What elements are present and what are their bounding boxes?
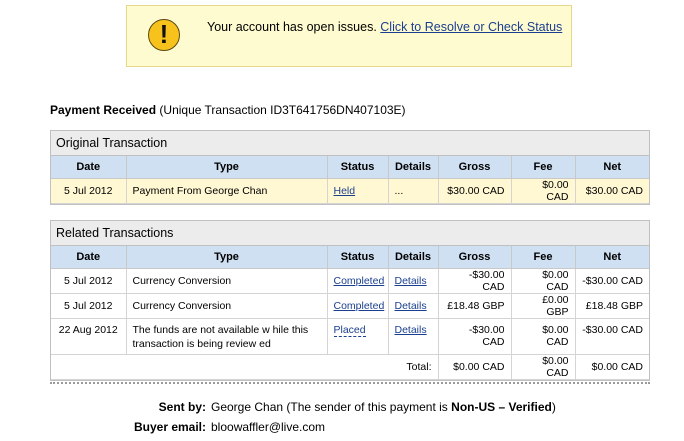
- resolve-issues-link[interactable]: Click to Resolve or Check Status: [380, 20, 562, 34]
- row-fee: $0.00 CAD: [511, 318, 576, 355]
- details-link[interactable]: Details: [395, 324, 427, 336]
- table-row: 5 Jul 2012 Payment From George Chan Held…: [51, 178, 649, 204]
- row-type: Payment From George Chan: [126, 178, 328, 204]
- sender-name: George Chan: [211, 400, 284, 414]
- table-header-row: Date Type Status Details Gross Fee Net: [51, 246, 649, 269]
- alert-text: Your account has open issues. Click to R…: [207, 20, 562, 34]
- related-transactions-panel: Related Transactions Date Type Status De…: [50, 220, 650, 381]
- table-header-row: Date Type Status Details Gross Fee Net: [51, 156, 649, 179]
- row-type-line-1: The funds are not available w hile this: [132, 324, 309, 336]
- col-fee: Fee: [511, 156, 576, 179]
- col-status: Status: [327, 156, 389, 179]
- total-net: $0.00 CAD: [575, 354, 649, 380]
- row-type: The funds are not available w hile this …: [126, 318, 328, 355]
- exclamation-icon: !: [148, 19, 180, 51]
- col-net: Net: [575, 246, 649, 269]
- table-row: 22 Aug 2012 The funds are not available …: [51, 318, 649, 355]
- total-fee: $0.00 CAD: [511, 354, 576, 380]
- sender-note: (The sender of this payment is: [286, 400, 448, 414]
- original-transaction-panel: Original Transaction Date Type Status De…: [50, 130, 650, 205]
- row-date: 5 Jul 2012: [51, 178, 127, 204]
- table-row: 5 Jul 2012 Currency Conversion Completed…: [51, 293, 649, 319]
- col-type: Type: [126, 156, 328, 179]
- row-fee: $0.00 CAD: [511, 178, 576, 204]
- row-net: -$30.00 CAD: [575, 268, 649, 294]
- row-type: Currency Conversion: [126, 268, 328, 294]
- account-issues-alert: ! Your account has open issues. Click to…: [126, 5, 572, 67]
- row-net: $30.00 CAD: [575, 178, 649, 204]
- total-row: Total: $0.00 CAD $0.00 CAD $0.00 CAD: [51, 354, 649, 380]
- row-date: 5 Jul 2012: [51, 293, 127, 319]
- col-date: Date: [51, 246, 127, 269]
- details-link[interactable]: Details: [395, 300, 427, 312]
- status-placed-link[interactable]: Placed: [333, 324, 366, 337]
- row-gross: -$30.00 CAD: [438, 268, 512, 294]
- table-row: 5 Jul 2012 Currency Conversion Completed…: [51, 268, 649, 294]
- col-net: Net: [575, 156, 649, 179]
- details-link[interactable]: Details: [395, 275, 427, 287]
- related-transactions-title: Related Transactions: [51, 221, 649, 246]
- col-date: Date: [51, 156, 127, 179]
- row-fee: $0.00 CAD: [511, 268, 576, 294]
- buyer-email-label: Buyer email:: [133, 420, 206, 434]
- related-transactions-table: Date Type Status Details Gross Fee Net 5…: [51, 246, 649, 380]
- col-status: Status: [327, 246, 389, 269]
- alert-message: Your account has open issues.: [207, 20, 377, 34]
- col-details: Details: [388, 246, 439, 269]
- row-net: £18.48 GBP: [575, 293, 649, 319]
- row-gross: -$30.00 CAD: [438, 318, 512, 355]
- row-date: 22 Aug 2012: [51, 318, 127, 355]
- status-completed-link[interactable]: Completed: [334, 275, 385, 287]
- page-title: Payment Received (Unique Transaction ID3…: [50, 103, 406, 117]
- sender-note-end: ): [551, 400, 556, 414]
- row-gross: £18.48 GBP: [438, 293, 512, 319]
- sender-status: Non-US – Verified: [451, 400, 552, 414]
- row-net: -$30.00 CAD: [575, 318, 649, 355]
- row-type: Currency Conversion: [126, 293, 328, 319]
- sent-by-value: George Chan (The sender of this payment …: [211, 400, 556, 414]
- col-gross: Gross: [438, 156, 512, 179]
- original-transaction-title: Original Transaction: [51, 131, 649, 156]
- row-date: 5 Jul 2012: [51, 268, 127, 294]
- total-label: Total:: [51, 354, 439, 380]
- sent-by-label: Sent by:: [158, 400, 206, 414]
- status-held-link[interactable]: Held: [334, 185, 356, 197]
- status-completed-link[interactable]: Completed: [334, 300, 385, 312]
- row-type-line-2: transaction is being review ed: [132, 338, 271, 350]
- col-gross: Gross: [438, 246, 512, 269]
- original-transaction-table: Date Type Status Details Gross Fee Net 5…: [51, 156, 649, 204]
- row-fee: £0.00 GBP: [511, 293, 576, 319]
- section-divider: [50, 382, 650, 384]
- total-gross: $0.00 CAD: [438, 354, 512, 380]
- row-details: ...: [388, 178, 439, 204]
- payment-received-label: Payment Received: [50, 103, 157, 117]
- buyer-email-value: bloowaffler@live.com: [211, 420, 326, 434]
- col-fee: Fee: [511, 246, 576, 269]
- col-details: Details: [388, 156, 439, 179]
- col-type: Type: [126, 246, 328, 269]
- transaction-id: (Unique Transaction ID3T641756DN407103E): [159, 103, 406, 117]
- row-gross: $30.00 CAD: [438, 178, 512, 204]
